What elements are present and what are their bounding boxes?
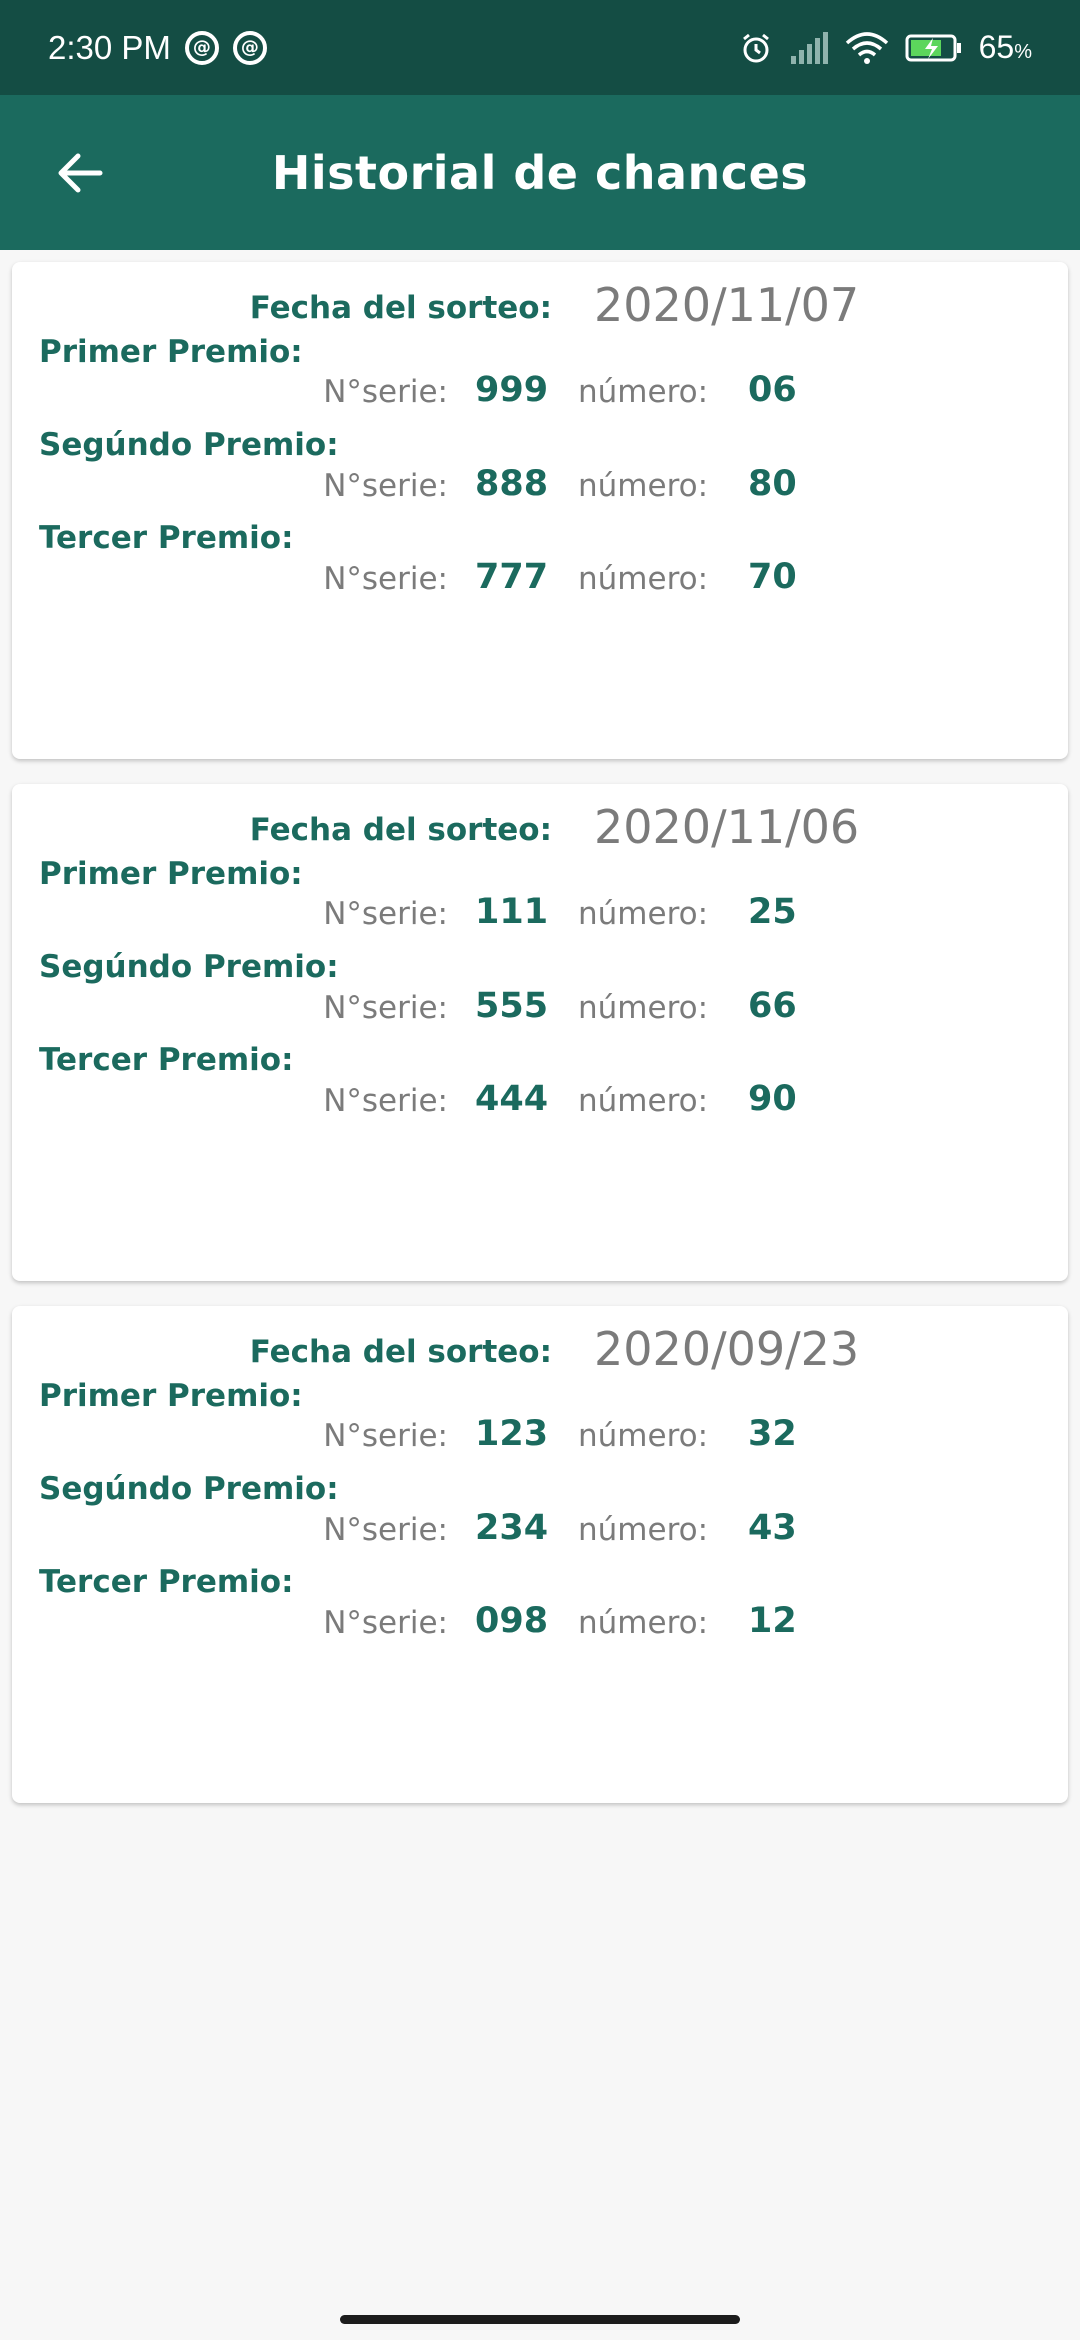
alarm-icon [742, 33, 769, 62]
numero-label: número: [578, 896, 709, 932]
prize-row: N°serie: 123 número: 32 [12, 1414, 1068, 1464]
draw-date-label: Fecha del sorteo: [249, 812, 552, 848]
serie-label: N°serie: [323, 374, 448, 410]
prize-title: Segúndo Premio: [39, 1471, 339, 1507]
serie-value: 111 [475, 892, 549, 932]
serie-label: N°serie: [323, 1418, 448, 1454]
prize-title: Tercer Premio: [39, 1042, 294, 1078]
prize-title: Primer Premio: [39, 1378, 303, 1414]
serie-value: 888 [475, 464, 549, 504]
notification-icon: @ [184, 30, 219, 65]
prize-title: Segúndo Premio: [39, 427, 339, 463]
draw-date-value: 2020/09/23 [594, 1322, 860, 1376]
draw-date-label: Fecha del sorteo: [249, 290, 552, 326]
serie-label: N°serie: [323, 561, 448, 597]
serie-label: N°serie: [323, 1605, 448, 1641]
numero-value: 12 [748, 1601, 797, 1641]
numero-value: 43 [748, 1508, 797, 1548]
prize-row: N°serie: 234 número: 43 [12, 1508, 1068, 1558]
home-indicator[interactable] [340, 2315, 740, 2324]
numero-value: 32 [748, 1414, 797, 1454]
serie-value: 098 [475, 1601, 549, 1641]
draw-card[interactable]: Fecha del sorteo: 2020/09/23 Primer Premio… [12, 1306, 1068, 1803]
draw-date-value: 2020/11/07 [594, 278, 860, 332]
serie-label: N°serie: [323, 990, 448, 1026]
status-time: 2:30 PM [48, 28, 171, 66]
prize-row: N°serie: 444 número: 90 [12, 1079, 1068, 1129]
numero-label: número: [578, 468, 709, 504]
numero-value: 25 [748, 892, 797, 932]
serie-label: N°serie: [323, 468, 448, 504]
signal-icon [790, 31, 828, 64]
numero-label: número: [578, 374, 709, 410]
numero-label: número: [578, 990, 709, 1026]
numero-label: número: [578, 1083, 709, 1119]
prize-title: Primer Premio: [39, 856, 303, 892]
numero-label: número: [578, 1512, 709, 1548]
numero-label: número: [578, 1418, 709, 1454]
numero-value: 66 [748, 986, 797, 1026]
serie-value: 777 [475, 557, 549, 597]
numero-value: 80 [748, 464, 797, 504]
numero-label: número: [578, 1605, 709, 1641]
serie-value: 555 [475, 986, 549, 1026]
wifi-icon [845, 31, 888, 64]
prize-title: Segúndo Premio: [39, 949, 339, 985]
app-bar: Historial de chances [0, 95, 1080, 250]
draw-date-value: 2020/11/06 [594, 800, 860, 854]
serie-value: 999 [475, 370, 549, 410]
prize-row: N°serie: 555 número: 66 [12, 986, 1068, 1036]
status-left: 2:30 PM @ @ [48, 29, 267, 67]
battery-charging-icon [905, 34, 961, 61]
prize-title: Tercer Premio: [39, 520, 294, 556]
draw-card[interactable]: Fecha del sorteo: 2020/11/06 Primer Premio… [12, 784, 1068, 1281]
prize-row: N°serie: 888 número: 80 [12, 464, 1068, 514]
numero-label: número: [578, 561, 709, 597]
numero-value: 90 [748, 1079, 797, 1119]
battery-level: 65% [978, 29, 1032, 65]
prize-title: Tercer Premio: [39, 1564, 294, 1600]
serie-value: 444 [475, 1079, 549, 1119]
prize-row: N°serie: 111 número: 25 [12, 892, 1068, 942]
prize-row: N°serie: 999 número: 06 [12, 370, 1068, 420]
serie-value: 123 [475, 1414, 549, 1454]
serie-value: 234 [475, 1508, 549, 1548]
notification-icon: @ [232, 30, 267, 65]
status-right: 65% [739, 29, 1032, 66]
numero-value: 70 [748, 557, 797, 597]
serie-label: N°serie: [323, 896, 448, 932]
draw-date-label: Fecha del sorteo: [249, 1334, 552, 1370]
draw-card[interactable]: Fecha del sorteo: 2020/11/07 Primer Premio… [12, 262, 1068, 759]
prize-row: N°serie: 777 número: 70 [12, 557, 1068, 607]
status-bar: 2:30 PM @ @ 65% [0, 0, 1080, 95]
page-title: Historial de chances [271, 145, 809, 200]
serie-label: N°serie: [323, 1512, 448, 1548]
prize-row: N°serie: 098 número: 12 [12, 1601, 1068, 1651]
prize-title: Primer Premio: [39, 334, 303, 370]
serie-label: N°serie: [323, 1083, 448, 1119]
numero-value: 06 [748, 370, 797, 410]
